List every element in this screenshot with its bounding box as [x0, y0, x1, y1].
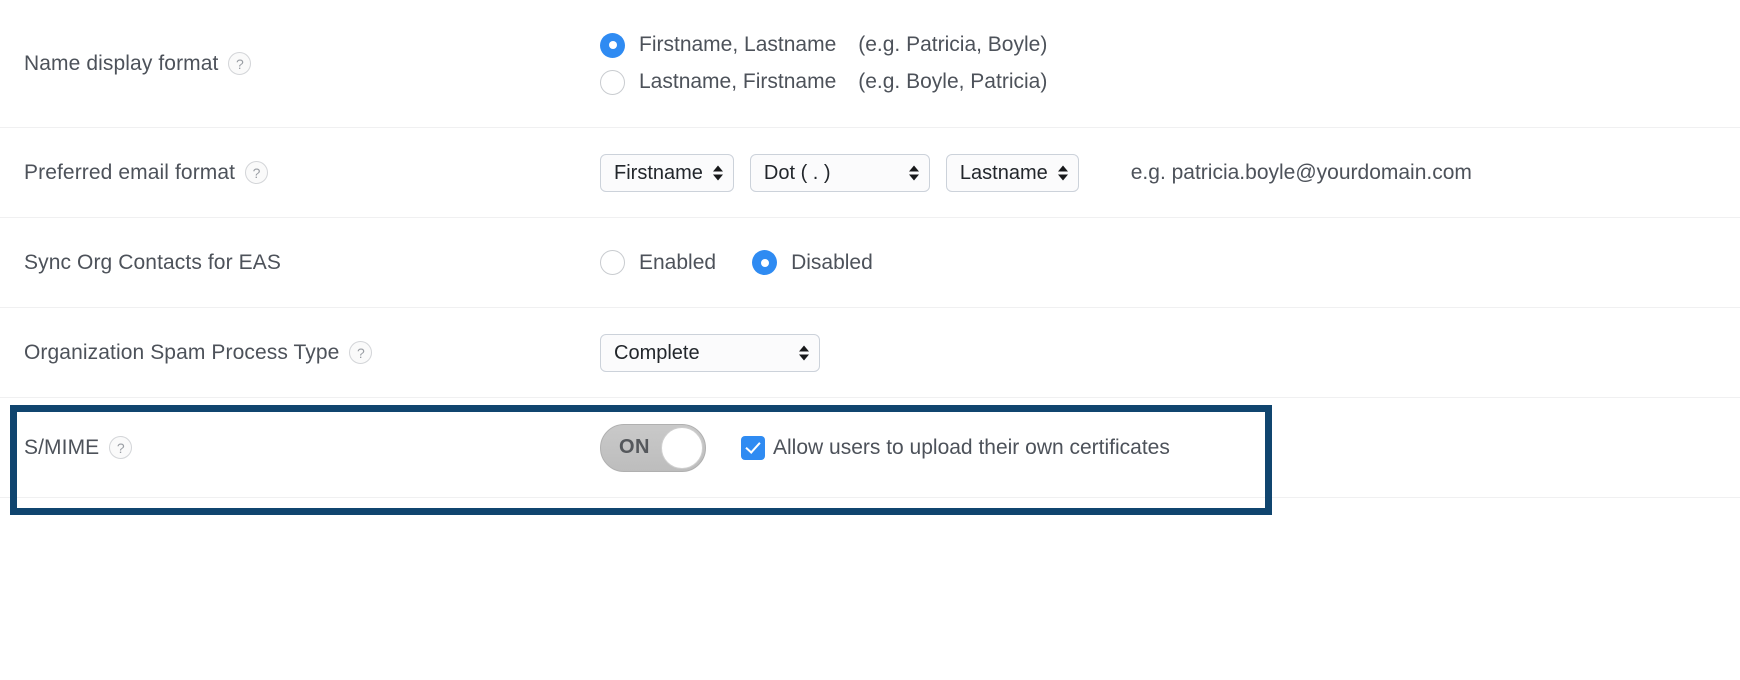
radio-sync-enabled[interactable] [600, 250, 625, 275]
radio-firstname-lastname-label: Firstname, Lastname [639, 33, 836, 57]
smime-label-group: S/MIME ? [0, 436, 600, 460]
chevron-updown-icon [713, 165, 723, 180]
select-email-second-part-value: Lastname [960, 163, 1048, 183]
radio-firstname-lastname[interactable] [600, 33, 625, 58]
radio-option-lastname-firstname[interactable]: Lastname, Firstname (e.g. Boyle, Patrici… [600, 70, 1047, 95]
radio-lastname-firstname-hint: (e.g. Boyle, Patricia) [858, 70, 1047, 94]
name-display-format-label-group: Name display format ? [0, 52, 600, 76]
sync-org-contacts-label: Sync Org Contacts for EAS [24, 251, 281, 275]
radio-lastname-firstname[interactable] [600, 70, 625, 95]
preferred-email-format-label: Preferred email format [24, 161, 235, 185]
radio-lastname-firstname-label: Lastname, Firstname [639, 70, 836, 94]
email-format-example: e.g. patricia.boyle@yourdomain.com [1131, 161, 1472, 185]
setting-row-name-display-format: Name display format ? Firstname, Lastnam… [0, 0, 1740, 128]
help-icon[interactable]: ? [228, 52, 251, 75]
help-icon[interactable]: ? [109, 436, 132, 459]
panel-bottom-spacer [0, 498, 1740, 558]
smime-control: ON Allow users to upload their own certi… [600, 424, 1740, 472]
smime-toggle-state-label: ON [619, 436, 650, 459]
allow-user-certificates-checkbox-group[interactable]: Allow users to upload their own certific… [741, 436, 1170, 460]
setting-row-sync-org-contacts: Sync Org Contacts for EAS Enabled Disabl… [0, 218, 1740, 308]
chevron-updown-icon [909, 165, 919, 180]
radio-sync-enabled-label: Enabled [639, 251, 716, 275]
select-email-second-part[interactable]: Lastname [946, 154, 1079, 192]
spam-process-type-label: Organization Spam Process Type [24, 341, 339, 365]
organization-settings-panel: Name display format ? Firstname, Lastnam… [0, 0, 1740, 558]
select-email-separator[interactable]: Dot ( . ) [750, 154, 930, 192]
select-email-first-part[interactable]: Firstname [600, 154, 734, 192]
allow-user-certificates-label: Allow users to upload their own certific… [773, 436, 1170, 460]
toggle-knob[interactable] [661, 427, 703, 469]
select-email-first-part-value: Firstname [614, 163, 703, 183]
help-icon[interactable]: ? [245, 161, 268, 184]
radio-option-sync-disabled[interactable]: Disabled [752, 250, 873, 275]
name-display-format-radio-group: Firstname, Lastname (e.g. Patricia, Boyl… [600, 33, 1047, 95]
allow-user-certificates-checkbox[interactable] [741, 436, 765, 460]
help-icon[interactable]: ? [349, 341, 372, 364]
radio-sync-disabled-label: Disabled [791, 251, 873, 275]
chevron-updown-icon [799, 345, 809, 360]
select-spam-process-type-value: Complete [614, 343, 700, 363]
chevron-updown-icon [1058, 165, 1068, 180]
select-email-separator-value: Dot ( . ) [764, 163, 831, 183]
name-display-format-label: Name display format [24, 52, 218, 76]
spam-process-type-control: Complete [600, 334, 1740, 372]
setting-row-spam-process-type: Organization Spam Process Type ? Complet… [0, 308, 1740, 398]
smime-toggle-switch[interactable]: ON [600, 424, 706, 472]
preferred-email-format-label-group: Preferred email format ? [0, 161, 600, 185]
radio-firstname-lastname-hint: (e.g. Patricia, Boyle) [858, 33, 1047, 57]
select-spam-process-type[interactable]: Complete [600, 334, 820, 372]
setting-row-preferred-email-format: Preferred email format ? Firstname Dot (… [0, 128, 1740, 218]
radio-option-firstname-lastname[interactable]: Firstname, Lastname (e.g. Patricia, Boyl… [600, 33, 1047, 58]
spam-process-type-label-group: Organization Spam Process Type ? [0, 341, 600, 365]
preferred-email-format-control: Firstname Dot ( . ) Lastname e.g. patric… [600, 154, 1740, 192]
setting-row-smime: S/MIME ? ON Allow users to upload their … [0, 398, 1740, 498]
sync-org-contacts-control: Enabled Disabled [600, 250, 1740, 275]
sync-org-contacts-label-group: Sync Org Contacts for EAS [0, 251, 600, 275]
radio-option-sync-enabled[interactable]: Enabled [600, 250, 716, 275]
name-display-format-control: Firstname, Lastname (e.g. Patricia, Boyl… [600, 33, 1740, 95]
smime-label: S/MIME [24, 436, 99, 460]
radio-sync-disabled[interactable] [752, 250, 777, 275]
